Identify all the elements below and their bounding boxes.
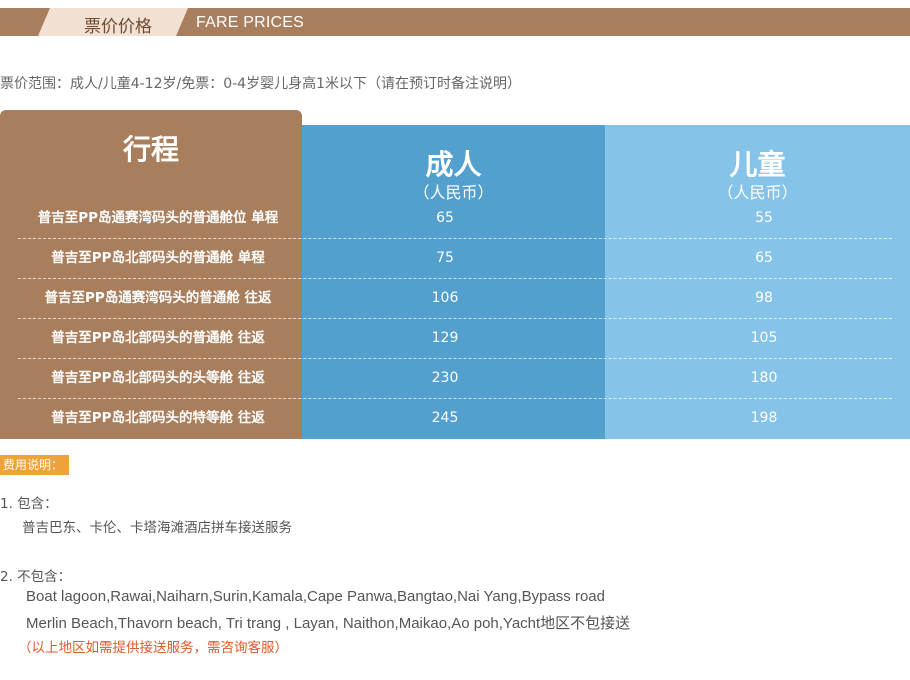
excluded-title: 2. 不包含： — [0, 569, 72, 585]
table-cell-child-price: 55 — [755, 210, 773, 226]
included-text: 普吉巴东、卡伦、卡塔海滩酒店拼车接送服务 — [22, 520, 292, 536]
table-cell-adult-price: 230 — [431, 370, 459, 386]
table-cell-route: 普吉至PP岛北部码头的特等舱 往返 — [51, 410, 265, 426]
adult-header: 成人 — [425, 148, 482, 181]
table-cell-child-price: 180 — [750, 370, 778, 386]
header-bar: 票价价格 FARE PRICES — [0, 8, 910, 37]
table-cell-route: 普吉至PP岛北部码头的头等舱 往返 — [51, 370, 265, 386]
table-cell-route: 普吉至PP岛通赛湾码头的普通舱位 单程 — [37, 210, 279, 226]
table-cell-child-price: 98 — [755, 290, 773, 306]
table-cell-route: 普吉至PP岛北部码头的普通舱 往返 — [51, 330, 265, 346]
table-cell-adult-price: 129 — [431, 330, 459, 346]
section-title-cn: 票价价格 — [84, 17, 152, 37]
table-cell-child-price: 198 — [750, 410, 778, 426]
fare-table: 行程 成人 （人民币） 儿童 （人民币） 普吉至PP岛通赛湾码头的普通舱位 单程… — [0, 110, 910, 439]
fee-notes-badge: 费用说明： — [0, 455, 70, 475]
fare-range-note: 票价范围：成人/儿童4-12岁/免票：0-4岁婴儿身高1米以下（请在预订时备注说… — [0, 76, 521, 92]
table-cell-route: 普吉至PP岛北部码头的普通舱 单程 — [51, 250, 265, 266]
child-header: 儿童 — [729, 148, 786, 181]
excluded-areas-line1: Boat lagoon,Rawai,Naiharn,Surin,Kamala,C… — [26, 588, 605, 605]
table-cell-adult-price: 106 — [431, 290, 459, 306]
excluded-areas-line2: Merlin Beach,Thavorn beach, Tri trang , … — [26, 615, 631, 632]
table-cell-adult-price: 75 — [436, 250, 454, 266]
section-title-en: FARE PRICES — [196, 14, 305, 31]
table-cell-child-price: 105 — [750, 330, 778, 346]
excluded-contact-note: （以上地区如需提供接送服务，需咨询客服） — [18, 640, 288, 656]
table-cell-adult-price: 245 — [431, 410, 459, 426]
included-title: 1. 包含： — [0, 496, 58, 512]
table-cell-child-price: 65 — [755, 250, 773, 266]
route-header: 行程 — [122, 133, 179, 166]
table-cell-adult-price: 65 — [436, 210, 454, 226]
table-cell-route: 普吉至PP岛通赛湾码头的普通舱 往返 — [44, 290, 272, 306]
